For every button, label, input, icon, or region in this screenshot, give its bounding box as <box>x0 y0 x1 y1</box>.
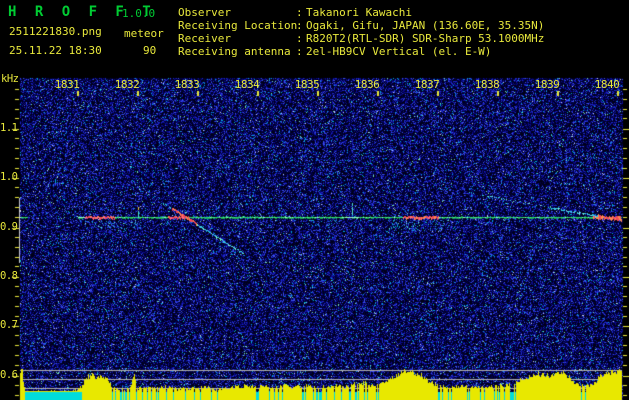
freq-unit-label: kHz <box>1 73 19 85</box>
info-separator: : <box>296 45 303 58</box>
time-tick-label: 1832 <box>114 78 140 91</box>
datetime-label: 25.11.22 18:30 <box>9 44 102 57</box>
meteor-count: 90 <box>143 44 157 57</box>
freq-tick-label: 0.7 <box>0 319 18 331</box>
mode-label: meteor <box>124 27 164 40</box>
freq-tick-label: 0.8 <box>0 270 18 282</box>
info-separator: : <box>296 19 303 32</box>
time-tick-label: 1835 <box>294 78 320 91</box>
info-label: Receiver <box>178 32 231 45</box>
time-tick-label: 1836 <box>354 78 380 91</box>
time-tick-label: 1833 <box>174 78 200 91</box>
info-row: Observer: Takanori Kawachi <box>178 7 412 18</box>
time-tick-label: 1831 <box>54 78 80 91</box>
output-filename: 2511221830.png <box>9 25 102 38</box>
info-separator: : <box>296 32 303 45</box>
time-tick-label: 1839 <box>534 78 560 91</box>
time-tick-label: 1834 <box>234 78 260 91</box>
info-value: Takanori Kawachi <box>306 6 412 19</box>
info-label: Receiving antenna <box>178 45 291 58</box>
freq-tick-label: 0.6 <box>0 369 18 381</box>
time-tick-label: 1840 <box>594 78 620 91</box>
info-value: R820T2(RTL-SDR) SDR-Sharp 53.1000MHz <box>306 32 545 45</box>
info-label: Observer <box>178 6 231 19</box>
app-version: 1.0.0 <box>122 7 156 20</box>
freq-tick-label: 0.9 <box>0 221 18 233</box>
time-tick-label: 1837 <box>414 78 440 91</box>
hrofft-screenshot: H R O F F T 1.0.0 2511221830.png meteor … <box>0 0 629 400</box>
freq-tick-label: 1.0 <box>0 171 18 183</box>
time-tick-label: 1838 <box>474 78 500 91</box>
info-row: Receiving antenna:2el-HB9CV Vertical (el… <box>178 46 491 57</box>
info-row: Receiving Location: Ogaki, Gifu, JAPAN (1… <box>178 20 544 31</box>
info-value: 2el-HB9CV Vertical (el. E-W) <box>306 45 492 58</box>
info-label: Receiving Location <box>178 19 298 32</box>
freq-tick-label: 1.1 <box>0 122 18 134</box>
spectrogram-canvas <box>0 0 629 400</box>
info-value: Ogaki, Gifu, JAPAN (136.60E, 35.35N) <box>306 19 545 32</box>
info-row: Receiver: R820T2(RTL-SDR) SDR-Sharp 53.10… <box>178 33 544 44</box>
info-separator: : <box>296 6 303 19</box>
